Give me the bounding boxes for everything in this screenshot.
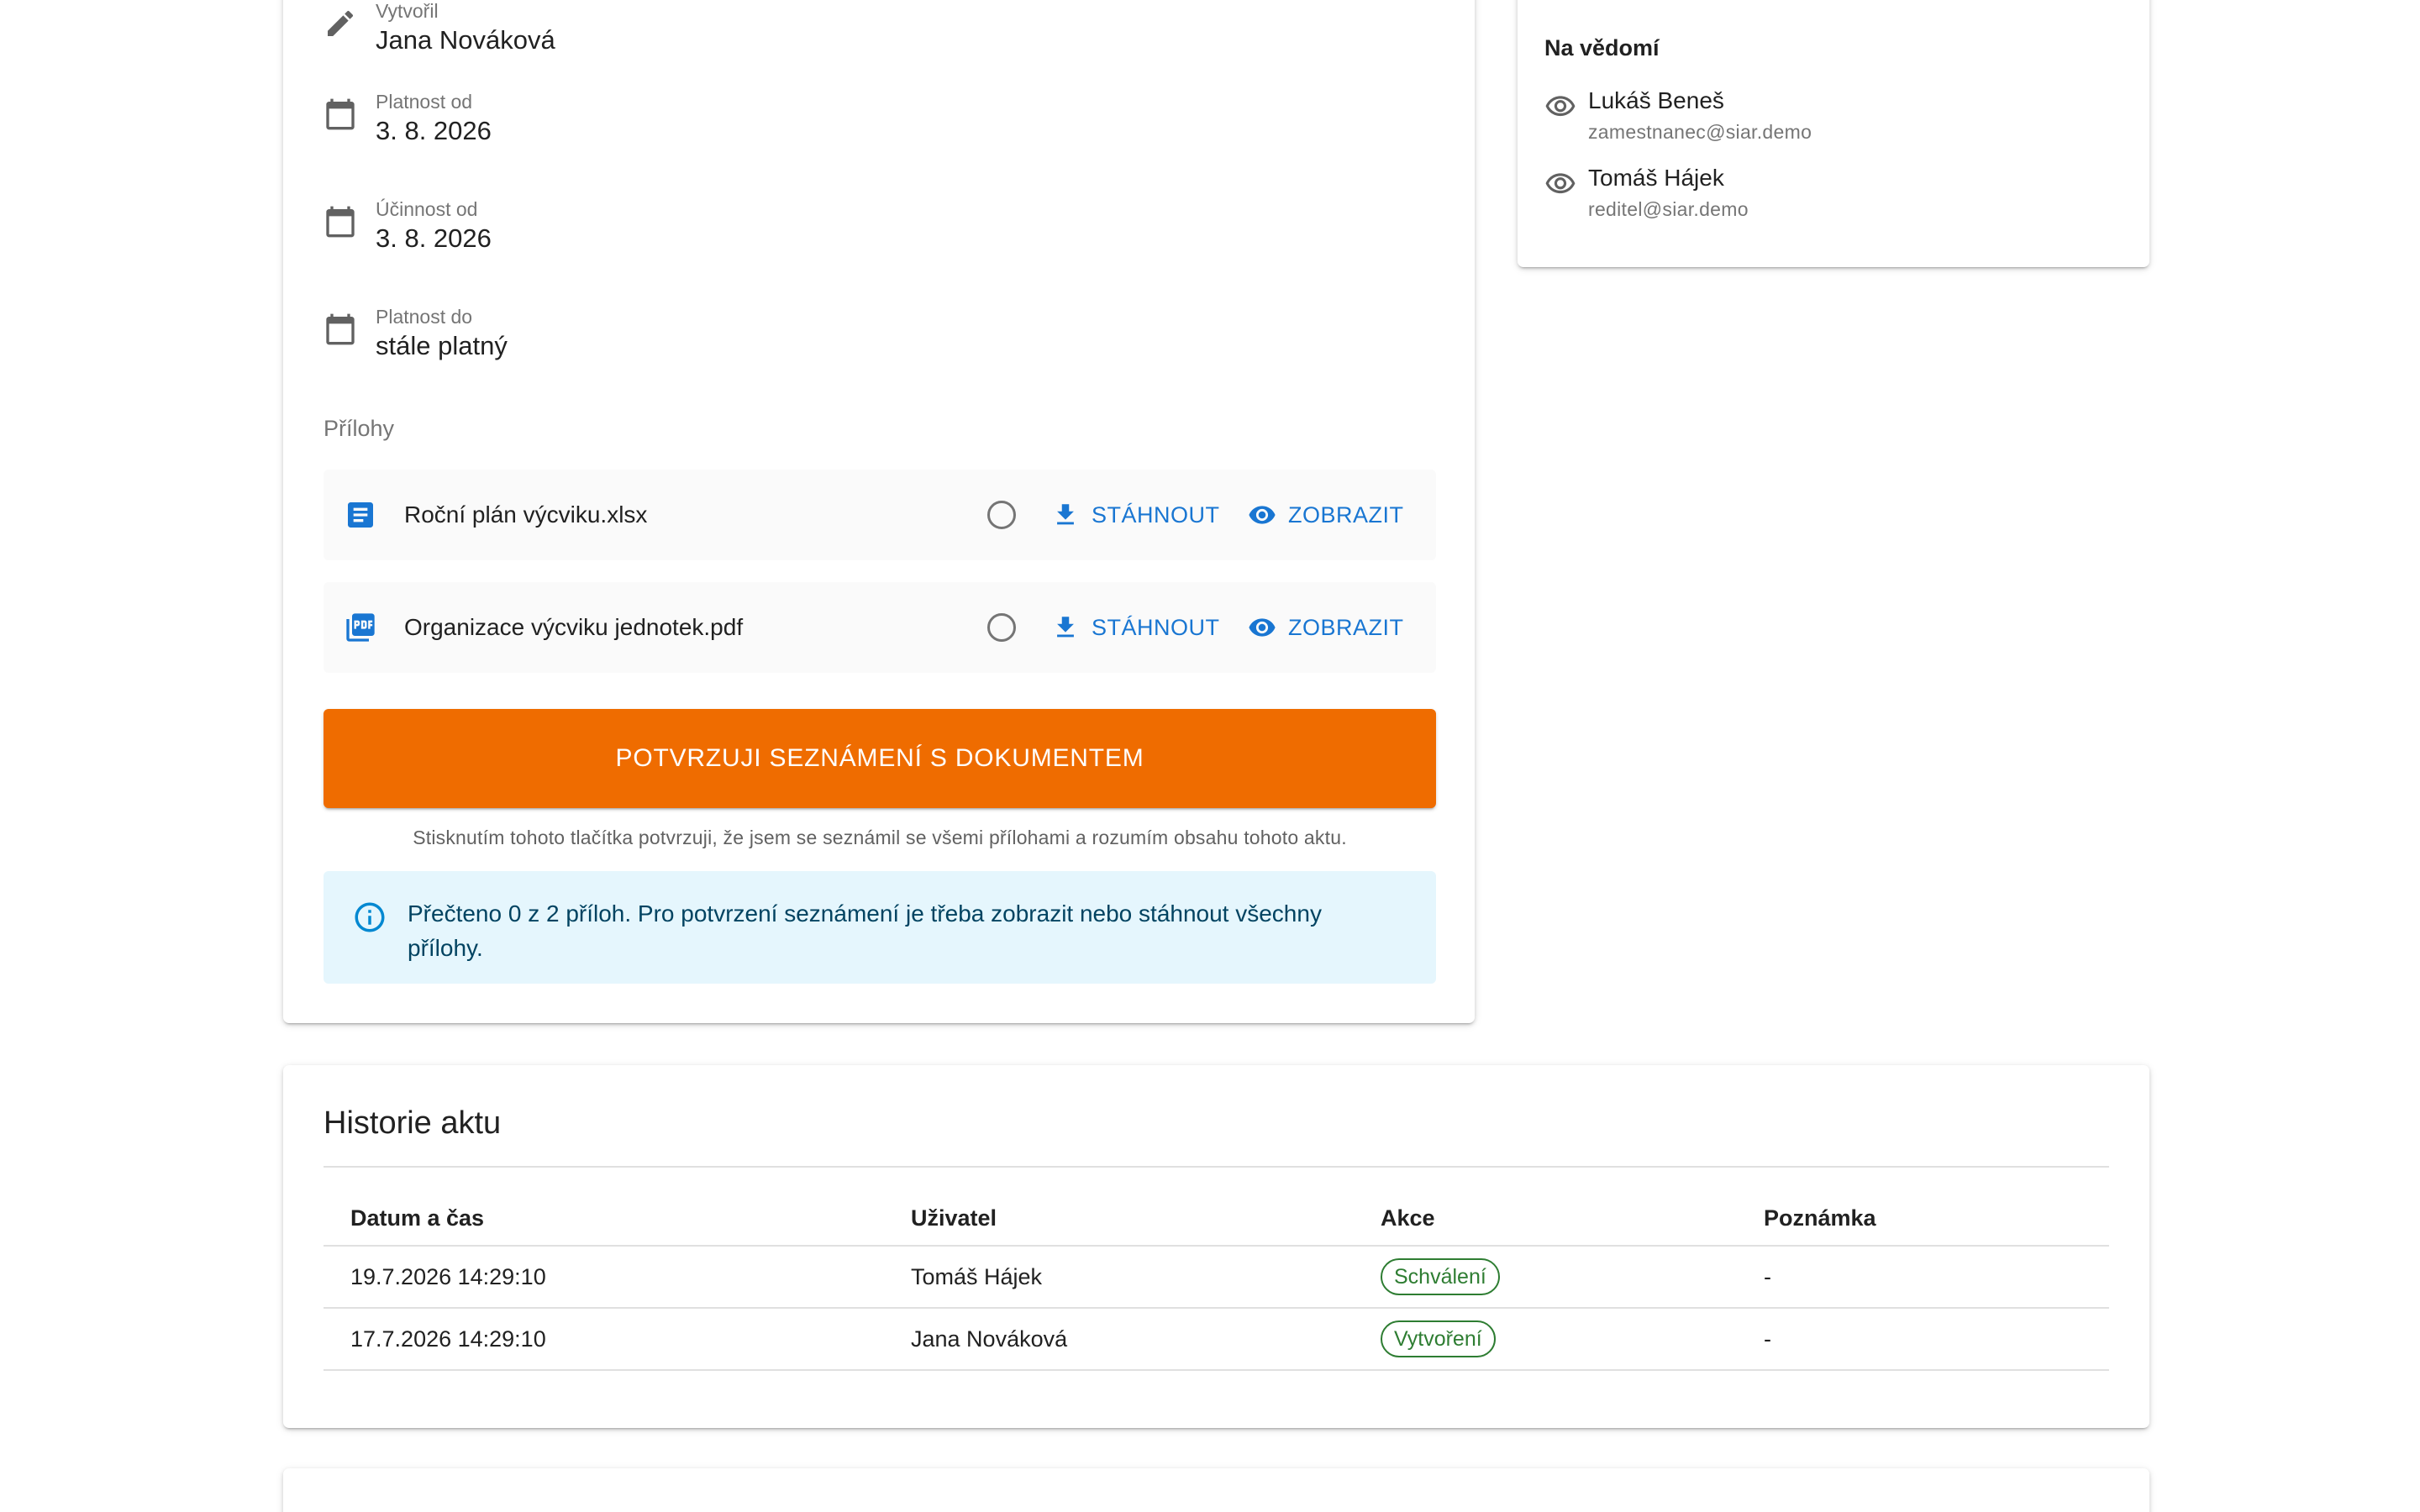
table-header-row: Datum a čas Uživatel Akce Poznámka — [324, 1191, 2109, 1247]
download-label: STÁHNOUT — [1092, 614, 1220, 640]
person-name: Tomáš Hájek — [1588, 165, 1724, 191]
attachment-row: Organizace výcviku jednotek.pdf STÁHNOUT… — [324, 582, 1436, 673]
view-button[interactable]: ZOBRAZIT — [1248, 607, 1404, 648]
column-header: Akce — [1381, 1205, 1435, 1231]
column-header: Poznámka — [1764, 1205, 1876, 1231]
cell-action: Schválení — [1381, 1247, 1500, 1307]
field-label: Vytvořil — [376, 0, 439, 22]
side-title: Na vědomí — [1544, 35, 1660, 60]
eye-icon — [1544, 91, 1576, 123]
action-chip: Vytvoření — [1381, 1320, 1496, 1357]
eye-icon — [1544, 168, 1576, 200]
cell-note: - — [1764, 1326, 1771, 1352]
cell-user: Tomáš Hájek — [911, 1263, 1043, 1289]
pdf-icon — [344, 611, 377, 644]
eye-icon — [1249, 506, 1276, 524]
calendar-icon — [324, 97, 357, 131]
history-title: Historie aktu — [324, 1105, 502, 1141]
person-email: reditel@siar.demo — [1588, 198, 1749, 220]
table-row: 19.7.2026 14:29:10 Tomáš Hájek Schválení… — [324, 1247, 2109, 1309]
view-label: ZOBRAZIT — [1288, 501, 1404, 528]
table-row: 17.7.2026 14:29:10 Jana Nováková Vytvoře… — [324, 1309, 2109, 1371]
download-icon — [1057, 504, 1074, 525]
person-name: Lukáš Beneš — [1588, 87, 1724, 113]
download-icon — [1057, 617, 1074, 638]
info-icon — [352, 900, 387, 935]
field-label: Platnost do — [376, 306, 473, 328]
field-value: stále platný — [376, 331, 508, 360]
attachment-row: Roční plán výcviku.xlsx STÁHNOUT ZOBRAZI… — [324, 470, 1436, 560]
confirm-acknowledgement-button[interactable]: POTVRZUJI SEZNÁMENÍ S DOKUMENTEM — [324, 709, 1436, 808]
download-button[interactable]: STÁHNOUT — [1051, 607, 1220, 648]
field-value: Jana Nováková — [376, 25, 555, 55]
calendar-icon — [324, 205, 357, 239]
attachment-read-radio[interactable] — [987, 613, 1016, 642]
field-value: 3. 8. 2026 — [376, 116, 492, 145]
view-label: ZOBRAZIT — [1288, 614, 1404, 640]
act-detail-card: Vytvořil Jana Nováková Platnost od 3. 8.… — [283, 0, 1475, 1023]
calendar-icon — [324, 312, 357, 346]
field-label: Platnost od — [376, 91, 473, 113]
info-text: Přečteno 0 z 2 příloh. Pro potvrzení sez… — [408, 900, 1322, 961]
cell-datetime: 19.7.2026 14:29:10 — [350, 1263, 546, 1289]
field-label: Účinnost od — [376, 198, 478, 220]
cell-action: Vytvoření — [1381, 1309, 1496, 1369]
history-table: Datum a čas Uživatel Akce Poznámka 19.7.… — [324, 1191, 2109, 1371]
divider — [324, 1166, 2109, 1168]
download-button[interactable]: STÁHNOUT — [1051, 495, 1220, 535]
action-chip: Schválení — [1381, 1258, 1500, 1295]
document-icon — [344, 498, 377, 532]
cell-user: Jana Nováková — [911, 1326, 1068, 1352]
attachment-name: Organizace výcviku jednotek.pdf — [404, 614, 744, 640]
eye-icon — [1249, 618, 1276, 637]
column-header: Datum a čas — [350, 1205, 485, 1231]
next-section-card — [283, 1468, 2149, 1512]
attachments-title: Přílohy — [324, 416, 395, 441]
history-card: Historie aktu Datum a čas Uživatel Akce … — [283, 1065, 2149, 1428]
confirm-note: Stisknutím tohoto tlačítka potvrzuji, že… — [413, 827, 1347, 848]
attachment-name: Roční plán výcviku.xlsx — [404, 501, 648, 528]
info-alert: Přečteno 0 z 2 příloh. Pro potvrzení sez… — [324, 871, 1436, 984]
acknowledgement-list-card: Na vědomí Lukáš Beneš zamestnanec@siar.d… — [1518, 0, 2149, 267]
download-label: STÁHNOUT — [1092, 501, 1220, 528]
cell-note: - — [1764, 1263, 1771, 1289]
cell-datetime: 17.7.2026 14:29:10 — [350, 1326, 546, 1352]
field-value: 3. 8. 2026 — [376, 223, 492, 253]
person-email: zamestnanec@siar.demo — [1588, 121, 1812, 143]
view-button[interactable]: ZOBRAZIT — [1248, 495, 1404, 535]
attachment-read-radio[interactable] — [987, 501, 1016, 529]
column-header: Uživatel — [911, 1205, 997, 1231]
pencil-icon — [324, 7, 357, 40]
